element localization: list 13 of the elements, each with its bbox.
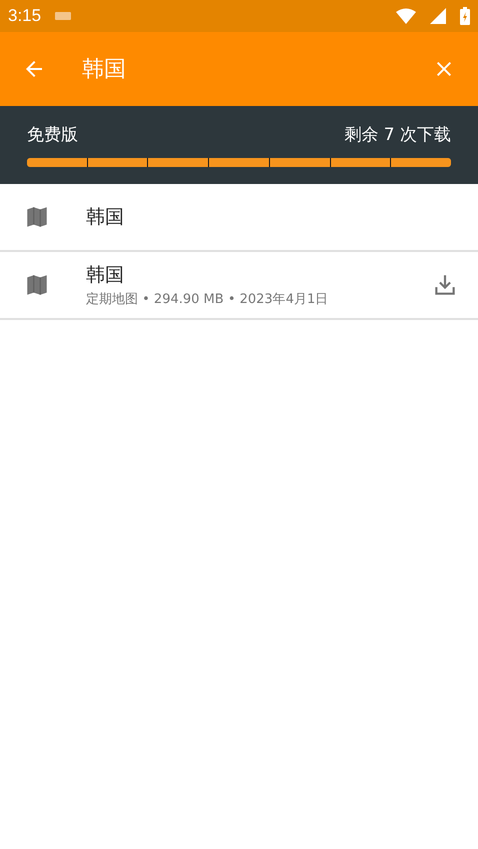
map-list-item[interactable]: 韩国 [0,184,478,252]
downloads-remaining: 剩余 7 次下载 [344,124,451,146]
keyboard-icon [55,11,72,21]
wifi-icon [396,8,416,24]
plan-label: 免费版 [27,124,78,146]
status-time: 3:15 [8,6,42,26]
signal-icon [430,8,446,24]
map-list-item[interactable]: 韩国 定期地图 • 294.90 MB • 2023年4月1日 [0,252,478,320]
item-details: 定期地图 • 294.90 MB • 2023年4月1日 [86,291,330,308]
toolbar-title: 韩国 [82,56,127,84]
item-title: 韩国 [86,263,125,288]
item-title: 韩国 [86,205,125,230]
battery-icon [460,7,470,25]
